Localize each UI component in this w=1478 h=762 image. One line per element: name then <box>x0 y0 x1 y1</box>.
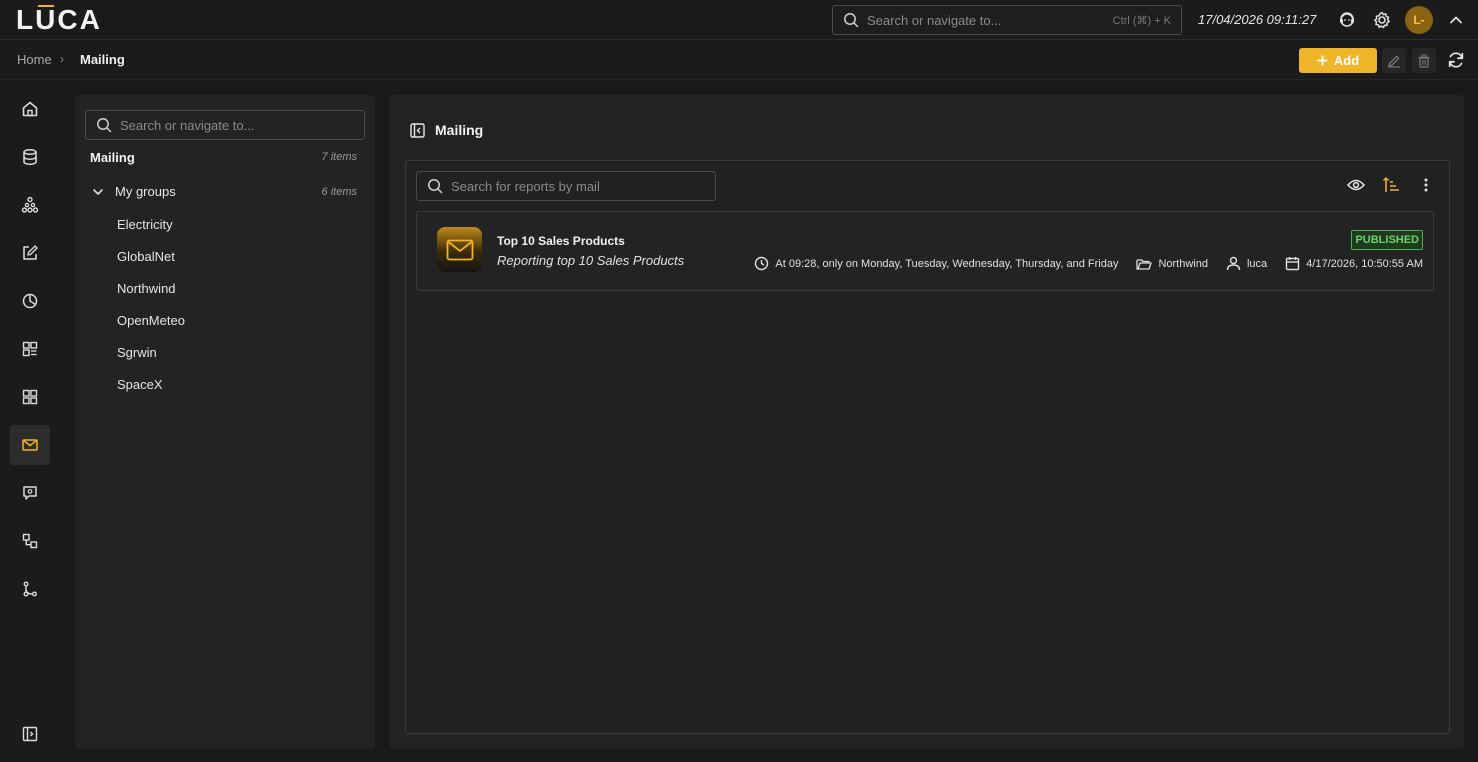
database-icon[interactable] <box>10 137 50 177</box>
search-icon <box>843 12 859 28</box>
breadcrumb-current: Mailing <box>80 52 125 67</box>
report-user: luca <box>1246 257 1268 270</box>
report-date: 4/17/2026, 10:50:55 AM <box>1306 257 1423 270</box>
report-card[interactable]: Top 10 Sales Products Reporting top 10 S… <box>416 211 1434 291</box>
folder-icon <box>1136 257 1153 271</box>
chevron-down-icon[interactable] <box>91 185 105 199</box>
refresh-icon[interactable] <box>1446 50 1466 70</box>
support-icon[interactable] <box>1337 10 1357 30</box>
global-search-input[interactable]: Search or navigate to... Ctrl (⌘) + K <box>832 5 1182 35</box>
tree-root-count: 7 items <box>321 151 357 163</box>
user-avatar[interactable]: L- <box>1405 6 1433 34</box>
left-nav-rail <box>0 81 60 762</box>
dashboard-icon[interactable] <box>10 329 50 369</box>
tree-item-sgrwin[interactable]: Sgrwin <box>117 345 157 360</box>
chevron-right-icon: › <box>60 52 64 66</box>
report-schedule: At 09:28, only on Monday, Tuesday, Wedne… <box>775 257 1119 270</box>
calendar-icon <box>1285 256 1300 271</box>
flow-icon[interactable] <box>10 521 50 561</box>
tree-search-input[interactable]: Search or navigate to... <box>85 110 365 140</box>
tree-group-my-groups[interactable]: My groups <box>91 184 176 199</box>
tree-root-label[interactable]: Mailing <box>90 150 135 165</box>
user-icon <box>1226 256 1241 271</box>
tree-item-openmeteo[interactable]: OpenMeteo <box>117 313 185 328</box>
chevron-up-icon[interactable] <box>1446 10 1466 30</box>
eye-icon[interactable] <box>1346 175 1366 195</box>
report-folder: Northwind <box>1158 257 1208 270</box>
mail-icon[interactable] <box>10 425 50 465</box>
page-title: Mailing <box>410 122 483 138</box>
pencil-icon <box>1388 55 1400 68</box>
plus-icon <box>1317 55 1328 66</box>
report-title: Top 10 Sales Products <box>497 234 625 248</box>
sort-ascending-icon[interactable] <box>1381 175 1401 195</box>
collapse-sidebar-icon[interactable] <box>10 714 50 754</box>
app-logo[interactable]: L U CA <box>16 4 102 35</box>
top-bar: L U CA Search or navigate to... Ctrl (⌘) +… <box>0 0 1478 40</box>
groups-tree-panel: Search or navigate to... Mailing 7 items… <box>75 95 375 749</box>
add-button[interactable]: Add <box>1299 48 1377 73</box>
report-meta: At 09:28, only on Monday, Tuesday, Wedne… <box>754 256 1423 271</box>
breadcrumb: Home › Mailing <box>0 40 1478 80</box>
chat-icon[interactable] <box>10 473 50 513</box>
more-options-icon[interactable] <box>1416 175 1436 195</box>
tree-group-count: 6 items <box>321 186 357 198</box>
add-button-label: Add <box>1333 53 1360 68</box>
current-datetime: 17/04/2026 09:11:27 <box>1198 12 1317 27</box>
pie-chart-icon[interactable] <box>10 281 50 321</box>
delete-button[interactable] <box>1412 48 1436 73</box>
clock-icon <box>754 256 769 271</box>
report-search-input[interactable]: Search for reports by mail <box>416 171 716 201</box>
tree-search-placeholder: Search or navigate to... <box>120 117 255 133</box>
main-content-panel: Mailing Search for reports by mail Top 1… <box>390 95 1464 749</box>
tree-item-electricity[interactable]: Electricity <box>117 217 173 232</box>
tree-item-globalnet[interactable]: GlobalNet <box>117 249 175 264</box>
collapse-panel-icon[interactable] <box>410 122 425 138</box>
tree-group-label: My groups <box>115 184 176 199</box>
search-icon <box>96 117 112 133</box>
apps-icon[interactable] <box>10 377 50 417</box>
global-search-placeholder: Search or navigate to... <box>867 12 1002 28</box>
home-icon[interactable] <box>10 89 50 129</box>
report-search-placeholder: Search for reports by mail <box>451 178 600 194</box>
status-badge: PUBLISHED <box>1351 230 1423 250</box>
page-title-text: Mailing <box>435 122 484 138</box>
report-description: Reporting top 10 Sales Products <box>497 253 685 268</box>
search-icon <box>427 178 443 194</box>
edit-icon[interactable] <box>10 233 50 273</box>
trash-icon <box>1418 53 1430 68</box>
settings-gear-icon[interactable] <box>1372 10 1392 30</box>
network-icon[interactable] <box>10 185 50 225</box>
tree-item-spacex[interactable]: SpaceX <box>117 377 163 392</box>
mail-report-icon <box>437 227 482 272</box>
git-branch-icon[interactable] <box>10 569 50 609</box>
edit-button[interactable] <box>1382 48 1406 73</box>
breadcrumb-home-link[interactable]: Home <box>17 52 52 67</box>
tree-item-northwind[interactable]: Northwind <box>117 281 176 296</box>
search-shortcut-hint: Ctrl (⌘) + K <box>1112 14 1171 27</box>
reports-container: Search for reports by mail Top 10 Sales … <box>405 160 1450 734</box>
